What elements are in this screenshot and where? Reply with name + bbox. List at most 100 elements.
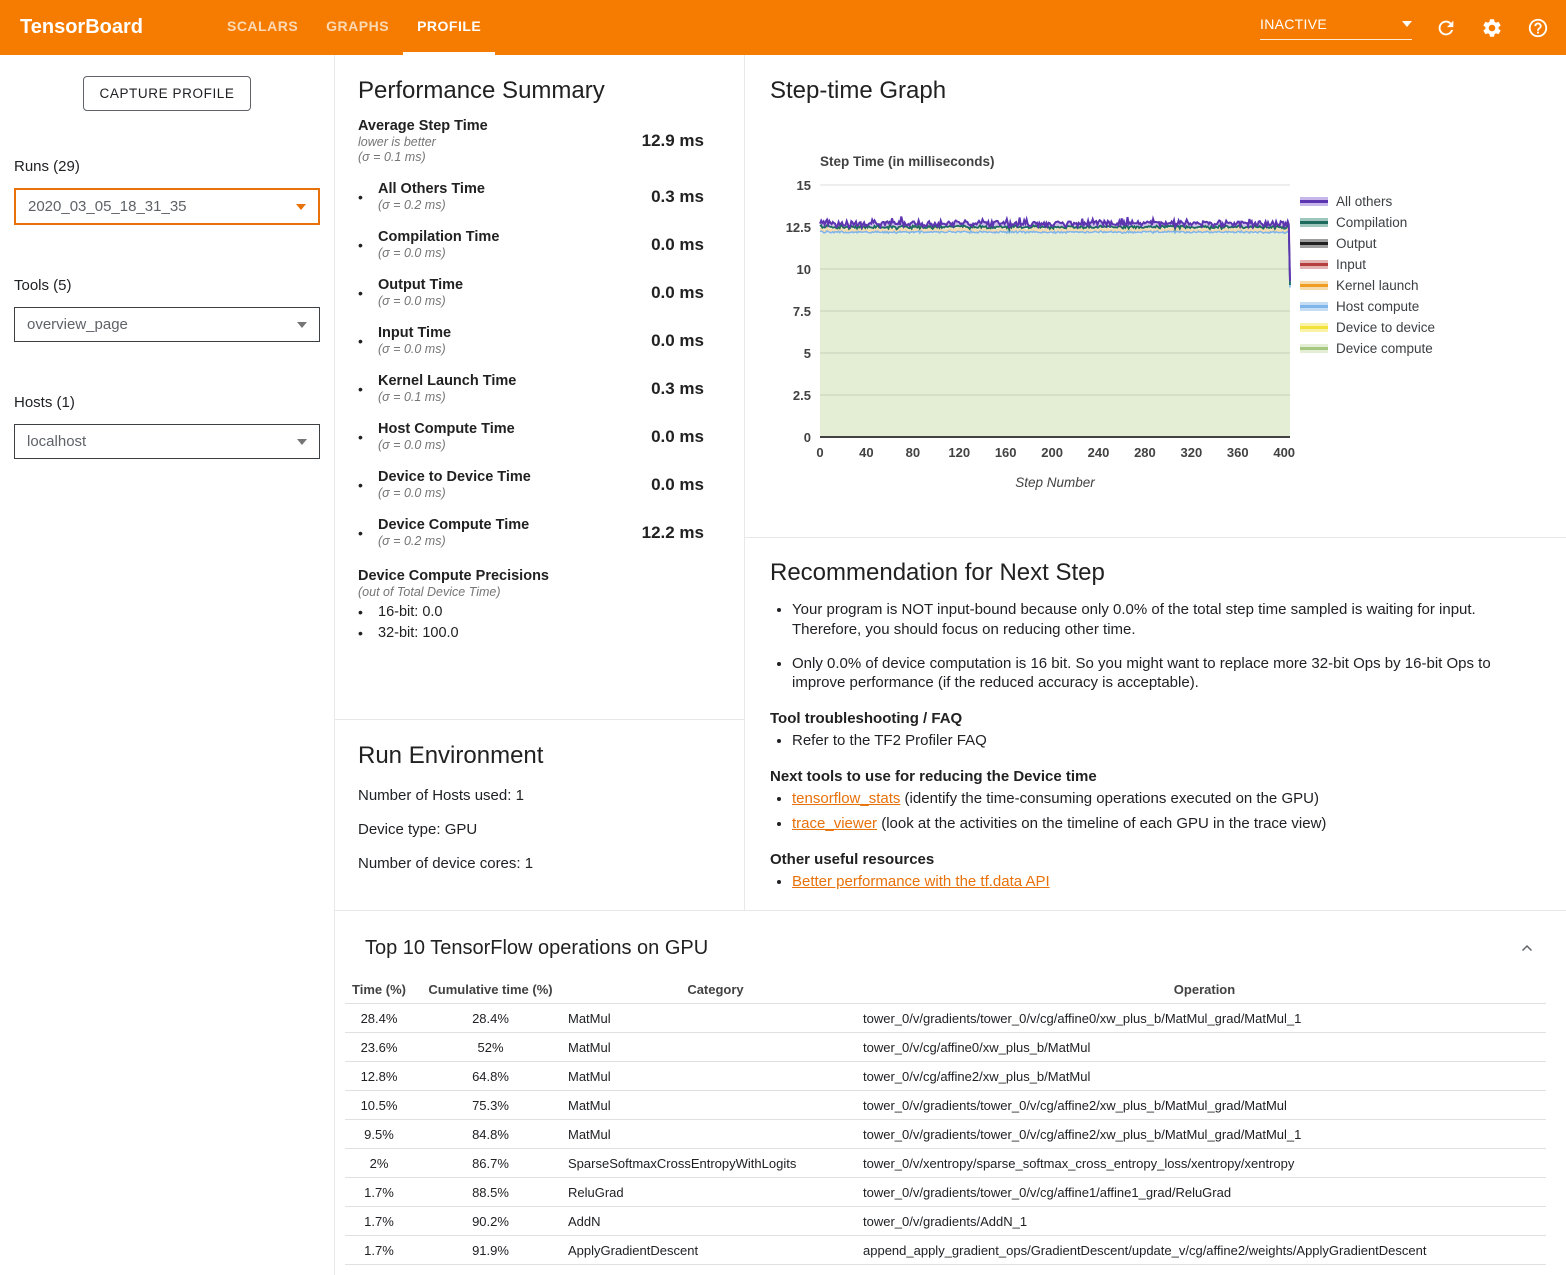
capture-profile-button[interactable]: CAPTURE PROFILE xyxy=(83,76,250,111)
environment-line: Number of device cores: 1 xyxy=(358,855,721,872)
precision-item: •16-bit: 0.0 xyxy=(358,604,704,620)
hosts-label: Hosts (1) xyxy=(14,394,334,411)
refresh-button[interactable] xyxy=(1434,16,1458,40)
column-header: Operation xyxy=(863,976,1546,1004)
legend-swatch xyxy=(1300,218,1328,227)
column-header: Category xyxy=(568,976,863,1004)
legend-swatch xyxy=(1300,344,1328,353)
legend-item-compilation: Compilation xyxy=(1300,212,1435,233)
column-header: Cumulative time (%) xyxy=(413,976,568,1004)
legend-line xyxy=(1300,347,1328,350)
status-dropdown-value: INACTIVE xyxy=(1260,16,1327,32)
legend-item-device-compute: Device compute xyxy=(1300,338,1435,359)
table-row: 2%86.7%SparseSoftmaxCrossEntropyWithLogi… xyxy=(345,1149,1546,1178)
metric-value: 0.3 ms xyxy=(651,379,704,399)
performance-summary-section: Performance Summary Average Step Time lo… xyxy=(335,55,744,720)
sidebar: CAPTURE PROFILE Runs (29) 2020_03_05_18_… xyxy=(0,55,335,1275)
metric-label: Compilation Time(σ = 0.0 ms) xyxy=(378,229,499,260)
other-resources-list: Better performance with the tf.data API xyxy=(770,872,1524,892)
legend-line xyxy=(1300,221,1328,224)
legend-swatch xyxy=(1300,281,1328,290)
list-item: Better performance with the tf.data API xyxy=(792,872,1524,892)
legend-item-host-compute: Host compute xyxy=(1300,296,1435,317)
metric-row: •All Others Time(σ = 0.2 ms)0.3 ms xyxy=(358,181,704,212)
chevron-down-icon xyxy=(297,439,307,445)
faq-list: Refer to the TF2 Profiler FAQ xyxy=(770,731,1524,751)
metric-value: 0.3 ms xyxy=(651,187,704,207)
tensorboard-app: TensorBoard SCALARSGRAPHSPROFILE INACTIV… xyxy=(0,0,1566,1275)
metric-name: Input Time xyxy=(378,325,451,341)
table-cell: MatMul xyxy=(568,1062,863,1091)
metric-label: All Others Time(σ = 0.2 ms) xyxy=(378,181,485,212)
svg-text:5: 5 xyxy=(804,346,811,361)
runs-select[interactable]: 2020_03_05_18_31_35 xyxy=(14,188,320,225)
hosts-select[interactable]: localhost xyxy=(14,424,320,459)
tab-graphs[interactable]: GRAPHS xyxy=(312,0,403,55)
status-dropdown[interactable]: INACTIVE xyxy=(1260,16,1412,40)
svg-text:Step Number: Step Number xyxy=(1015,475,1095,490)
table-cell: tower_0/v/cg/affine0/xw_plus_b/MatMul xyxy=(863,1033,1546,1062)
tool-link[interactable]: trace_viewer xyxy=(792,815,877,832)
gear-icon xyxy=(1481,17,1503,39)
collapse-button[interactable] xyxy=(1518,940,1536,958)
chevron-up-icon xyxy=(1518,940,1536,958)
legend-label: Host compute xyxy=(1336,299,1419,314)
resource-link[interactable]: Better performance with the tf.data API xyxy=(792,873,1050,890)
table-row: 10.5%75.3%MatMultower_0/v/gradients/towe… xyxy=(345,1091,1546,1120)
tab-profile[interactable]: PROFILE xyxy=(403,0,495,55)
svg-text:7.5: 7.5 xyxy=(793,304,811,319)
metric-row: •Device to Device Time(σ = 0.0 ms)0.0 ms xyxy=(358,469,704,500)
list-item: tensorflow_stats (identify the time-cons… xyxy=(792,789,1524,809)
table-cell: 52% xyxy=(413,1033,568,1062)
legend-line xyxy=(1300,263,1328,266)
precision-text: 16-bit: 0.0 xyxy=(378,604,443,620)
bullet-icon: • xyxy=(358,285,378,301)
tab-scalars[interactable]: SCALARS xyxy=(213,0,312,55)
table-row: 9.5%84.8%MatMultower_0/v/gradients/tower… xyxy=(345,1120,1546,1149)
legend-label: Output xyxy=(1336,236,1377,251)
svg-text:240: 240 xyxy=(1088,445,1110,460)
table-cell: tower_0/v/gradients/AddN_1 xyxy=(863,1207,1546,1236)
table-cell: 75.3% xyxy=(413,1091,568,1120)
help-button[interactable] xyxy=(1526,16,1550,40)
svg-text:12.5: 12.5 xyxy=(786,220,811,235)
recommendation-section: Recommendation for Next Step Your progra… xyxy=(745,538,1566,891)
chevron-down-icon xyxy=(296,204,306,210)
table-cell: tower_0/v/cg/affine2/xw_plus_b/MatMul xyxy=(863,1062,1546,1091)
nav-tabs: SCALARSGRAPHSPROFILE xyxy=(213,0,495,55)
svg-text:15: 15 xyxy=(797,178,811,193)
table-cell: tower_0/v/gradients/tower_0/v/cg/affine0… xyxy=(863,1004,1546,1033)
metric-name: Device Compute Time xyxy=(378,517,529,533)
metric-note: lower is better xyxy=(358,135,488,149)
legend-line xyxy=(1300,284,1328,287)
metric-label: Output Time(σ = 0.0 ms) xyxy=(378,277,463,308)
legend-label: Device to device xyxy=(1336,320,1435,335)
performance-summary-title: Performance Summary xyxy=(358,77,704,105)
legend-line xyxy=(1300,326,1328,329)
tools-select[interactable]: overview_page xyxy=(14,307,320,342)
step-time-graph-title: Step-time Graph xyxy=(770,77,946,105)
legend-line xyxy=(1300,305,1328,308)
metric-sigma: (σ = 0.0 ms) xyxy=(378,486,531,500)
settings-button[interactable] xyxy=(1480,16,1504,40)
legend-item-all-others: All others xyxy=(1300,191,1435,212)
run-environment-title: Run Environment xyxy=(358,742,721,770)
link-description: (look at the activities on the timeline … xyxy=(877,815,1326,832)
top-ops-header: Top 10 TensorFlow operations on GPU xyxy=(335,911,1566,960)
table-cell: 2% xyxy=(345,1149,413,1178)
table-cell: tower_0/v/gradients/tower_0/v/cg/affine1… xyxy=(863,1178,1546,1207)
metric-name: Output Time xyxy=(378,277,463,293)
environment-line: Number of Hosts used: 1 xyxy=(358,787,721,804)
metric-row: •Kernel Launch Time(σ = 0.1 ms)0.3 ms xyxy=(358,373,704,404)
precision-text: 32-bit: 100.0 xyxy=(378,625,459,641)
chevron-down-icon xyxy=(297,322,307,328)
metric-label: Device to Device Time(σ = 0.0 ms) xyxy=(378,469,531,500)
legend-item-output: Output xyxy=(1300,233,1435,254)
metric-value: 0.0 ms xyxy=(651,475,704,495)
run-environment-lines: Number of Hosts used: 1Device type: GPUN… xyxy=(358,787,721,872)
tool-link[interactable]: tensorflow_stats xyxy=(792,790,900,807)
metric-label: Host Compute Time(σ = 0.0 ms) xyxy=(378,421,515,452)
table-cell: 91.9% xyxy=(413,1236,568,1265)
table-cell: 86.7% xyxy=(413,1149,568,1178)
graph-column: Step-time Graph Step Time (in millisecon… xyxy=(745,55,1566,910)
